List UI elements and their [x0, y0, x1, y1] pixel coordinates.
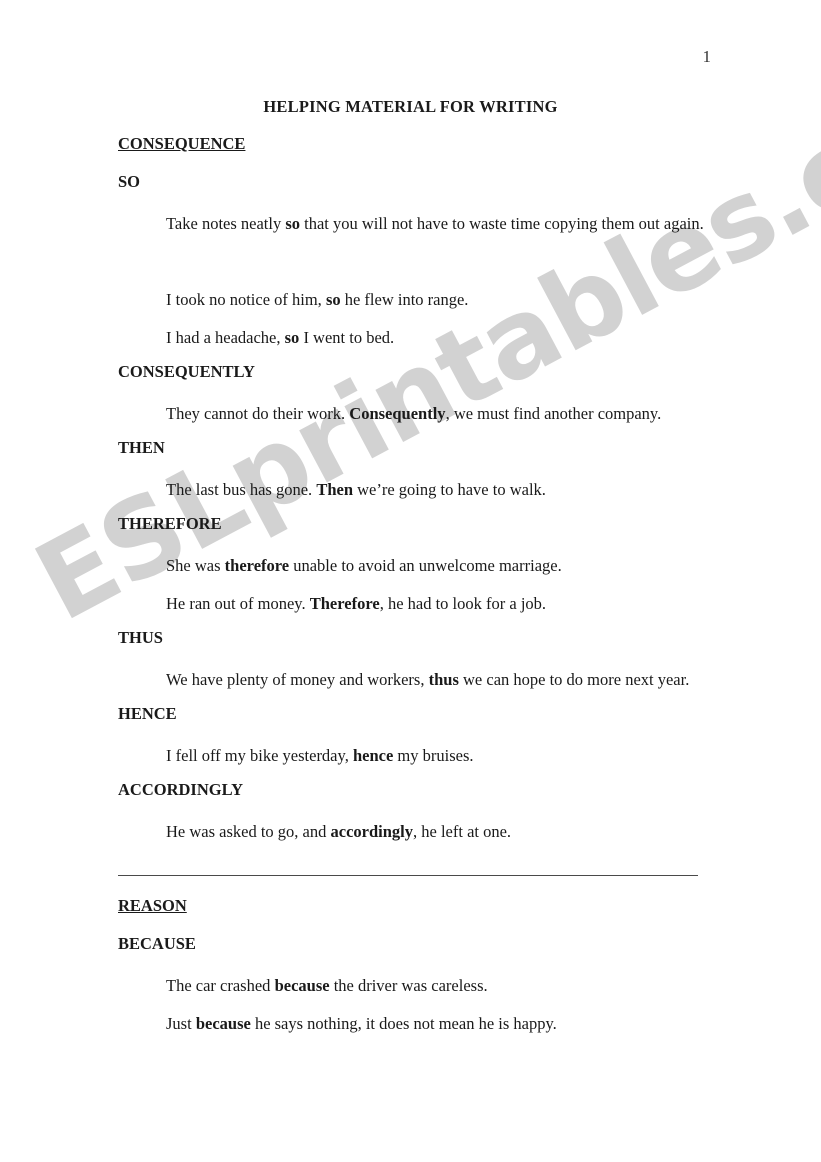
- example-sentence: I had a headache, so I went to bed.: [118, 326, 718, 364]
- example-keyword: accordingly: [330, 822, 414, 841]
- example-text-before: The car crashed: [166, 976, 275, 995]
- example-keyword: because: [274, 976, 330, 995]
- example-sentence: We have plenty of money and workers, thu…: [118, 668, 718, 706]
- section-heading: CONSEQUENCE: [118, 134, 246, 153]
- example-text-before: I fell off my bike yesterday,: [166, 746, 353, 765]
- example-keyword: therefore: [224, 556, 290, 575]
- example-text-after: , he left at one.: [413, 822, 512, 841]
- example-keyword: Then: [316, 480, 353, 499]
- example-keyword: so: [325, 290, 341, 309]
- page-number: 1: [702, 47, 712, 66]
- example-sentence: The last bus has gone. Then we’re going …: [118, 478, 718, 516]
- example-text-before: Take notes neatly: [166, 214, 286, 233]
- example-text-before: He ran out of money.: [166, 594, 310, 613]
- example-keyword: hence: [352, 746, 394, 765]
- example-text-before: Just: [166, 1014, 196, 1033]
- connector-heading: BECAUSE: [118, 934, 196, 953]
- section-consequence: CONSEQUENCE SO Take notes neatly so that y…: [118, 134, 718, 858]
- example-text-before: We have plenty of money and workers,: [166, 670, 429, 689]
- example-keyword: Therefore: [309, 594, 380, 613]
- example-sentence: The car crashed because the driver was c…: [118, 974, 718, 1012]
- example-text-after: unable to avoid an unwelcome marriage.: [289, 556, 562, 575]
- section-divider: [118, 875, 698, 876]
- example-text-after: we can hope to do more next year.: [458, 670, 690, 689]
- connector-heading: THEN: [118, 438, 165, 457]
- example-text-after: my bruises.: [393, 746, 474, 765]
- section-heading: REASON: [118, 896, 187, 915]
- example-text-before: She was: [166, 556, 225, 575]
- example-sentence: They cannot do their work. Consequently,…: [118, 402, 718, 440]
- example-text-before: The last bus has gone.: [166, 480, 317, 499]
- worksheet-page: ESLprintables.com 1 HELPING MATERIAL FOR…: [0, 0, 821, 1162]
- example-keyword: thus: [428, 670, 459, 689]
- example-text-after: he says nothing, it does not mean he is …: [250, 1014, 557, 1033]
- example-text-before: I took no notice of him,: [166, 290, 326, 309]
- connector-heading: THEREFORE: [118, 514, 222, 533]
- example-text-before: He was asked to go, and: [166, 822, 331, 841]
- connector-heading: HENCE: [118, 704, 177, 723]
- connector-heading: THUS: [118, 628, 163, 647]
- example-keyword: so: [284, 328, 300, 347]
- example-keyword: so: [285, 214, 301, 233]
- example-text-after: that you will not have to waste time cop…: [300, 214, 704, 233]
- example-text-after: , we must find another company.: [445, 404, 662, 423]
- example-sentence: He was asked to go, and accordingly, he …: [118, 820, 718, 858]
- section-reason: REASON BECAUSE The car crashed because the…: [118, 896, 718, 1050]
- example-sentence: She was therefore unable to avoid an unw…: [118, 554, 718, 592]
- example-keyword: because: [195, 1014, 251, 1033]
- example-text-before: I had a headache,: [166, 328, 285, 347]
- example-keyword: Consequently: [349, 404, 446, 423]
- example-sentence: Take notes neatly so that you will not h…: [118, 212, 718, 288]
- connector-heading: ACCORDINGLY: [118, 780, 243, 799]
- example-text-after: he flew into range.: [340, 290, 469, 309]
- example-text-after: , he had to look for a job.: [379, 594, 547, 613]
- example-text-before: They cannot do their work.: [166, 404, 350, 423]
- example-sentence: Just because he says nothing, it does no…: [118, 1012, 718, 1050]
- example-text-after: I went to bed.: [299, 328, 395, 347]
- example-sentence: I took no notice of him, so he flew into…: [118, 288, 718, 326]
- example-sentence: I fell off my bike yesterday, hence my b…: [118, 744, 718, 782]
- page-title: HELPING MATERIAL FOR WRITING: [263, 97, 558, 116]
- example-sentence: He ran out of money. Therefore, he had t…: [118, 592, 718, 630]
- connector-heading: SO: [118, 172, 141, 191]
- example-text-after: we’re going to have to walk.: [353, 480, 546, 499]
- connector-heading: CONSEQUENTLY: [118, 362, 255, 381]
- example-text-after: the driver was careless.: [329, 976, 488, 995]
